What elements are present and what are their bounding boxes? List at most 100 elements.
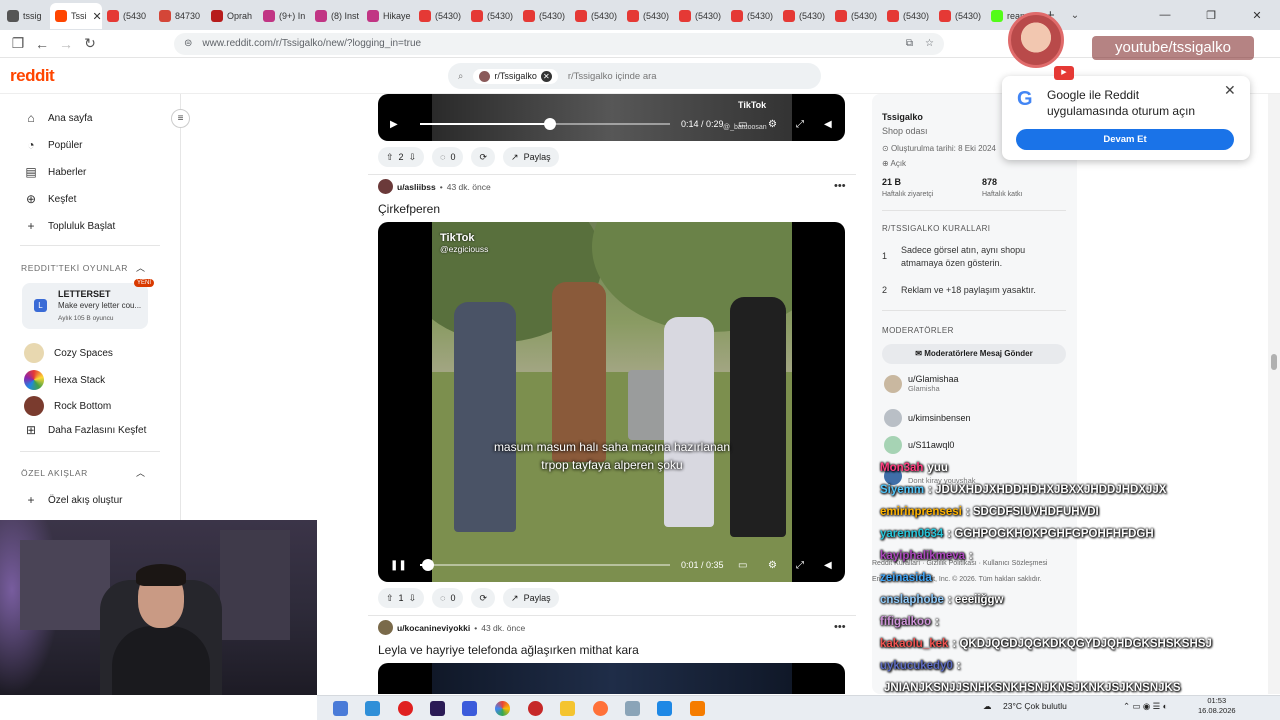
play-icon[interactable]: ▶ [390, 119, 398, 130]
sidebar-item-home[interactable]: ⌂ Ana sayfa [24, 111, 92, 125]
upvote-icon[interactable]: ⇧ [386, 152, 394, 163]
sidebar-item-news[interactable]: ▤ Haberler [24, 165, 86, 179]
system-tray-icons[interactable]: ⌃ ▭ ◉ ☰ ◐ [1123, 701, 1168, 712]
captions-icon[interactable]: ▭ [738, 560, 747, 571]
forward-button[interactable]: → [54, 36, 78, 52]
browser-tab[interactable]: (5430) [518, 3, 570, 29]
sidebar-item-start-community[interactable]: + Topluluk Başlat [24, 219, 115, 233]
custom-feeds-header[interactable]: ÖZEL AKIŞLAR [21, 468, 88, 478]
video-progress-bar[interactable] [420, 118, 670, 130]
rule-item[interactable]: 2 Reklam ve +18 paylaşım yasaktır. [882, 284, 1062, 297]
share-button[interactable]: ↗ Paylaş [503, 588, 559, 608]
post-author[interactable]: u/asliibss [397, 182, 436, 192]
post-video-player[interactable]: TikTok @_batuoosan ▶ 0:14 / 0:29 ▭ ⚙ ⤢ ◀ [378, 94, 845, 141]
mail-app-icon[interactable] [365, 701, 380, 716]
message-mods-button[interactable]: ✉ Moderatörlere Mesaj Gönder [882, 344, 1066, 364]
downvote-icon[interactable]: ⇩ [409, 593, 417, 604]
maximize-button[interactable]: ❐ [1188, 9, 1234, 22]
install-app-icon[interactable]: ⧉ [906, 38, 913, 49]
chevron-up-icon[interactable]: ︿ [136, 466, 145, 479]
browser-tab[interactable]: (5430) [414, 3, 466, 29]
weather-icon[interactable]: ☁ [983, 701, 992, 712]
weather-widget[interactable]: 23°C Çok bulutlu [1003, 701, 1067, 711]
upvote-icon[interactable]: ⇧ [386, 593, 394, 604]
taskbar-clock[interactable]: 01:53 16.08.2026 [1198, 696, 1236, 716]
collapse-sidebar-button[interactable]: ≡ [171, 109, 190, 128]
volume-icon[interactable]: ◀ [824, 560, 832, 571]
games-section-header[interactable]: REDDIT'TEKİ OYUNLAR [21, 263, 128, 273]
chrome-icon[interactable] [495, 701, 510, 716]
premiere-icon[interactable] [430, 701, 445, 716]
sidebar-item-popular[interactable]: ◔ Popüler [24, 138, 82, 152]
search-community-chip[interactable]: r/Tssigalko ✕ [473, 68, 558, 84]
browser-tab[interactable]: tssig [2, 3, 50, 29]
site-info-icon[interactable]: ⊜ [184, 38, 192, 49]
browser-tab[interactable]: (5430) [622, 3, 674, 29]
community-name[interactable]: Tssigalko [882, 112, 923, 122]
close-window-button[interactable]: ✕ [1234, 9, 1280, 22]
browser-tab[interactable]: Tssi ✕ [50, 3, 102, 29]
reload-button[interactable]: ↻ [78, 35, 102, 52]
settings-gear-icon[interactable]: ⚙ [768, 560, 777, 571]
start-icon[interactable] [333, 701, 348, 716]
scrollbar-thumb[interactable] [1271, 354, 1277, 370]
minimize-button[interactable]: — [1142, 9, 1188, 21]
close-icon[interactable]: ✕ [1224, 82, 1236, 99]
downvote-icon[interactable]: ⇩ [409, 152, 417, 163]
pause-icon[interactable]: ❚❚ [390, 560, 407, 571]
post-title[interactable]: Çirkefperen [378, 202, 440, 216]
browser-tab[interactable]: (5430 [102, 3, 154, 29]
create-custom-feed[interactable]: + Özel akış oluştur [24, 493, 122, 507]
sidebar-game-hexa-stack[interactable]: Hexa Stack [24, 370, 105, 390]
browser-tab[interactable]: (8) Inst [310, 3, 362, 29]
video-scrubber-handle[interactable] [421, 559, 434, 571]
fullscreen-icon[interactable]: ⤢ [796, 560, 804, 571]
file-explorer-icon[interactable] [560, 701, 575, 716]
search-input[interactable]: ⌕ r/Tssigalko ✕ r/Tssigalko içinde ara [448, 63, 821, 89]
opera-icon[interactable] [398, 701, 413, 716]
app-icon[interactable] [625, 701, 640, 716]
user-avatar[interactable] [378, 620, 393, 635]
volume-icon[interactable]: ◀ [824, 119, 832, 130]
browser-tab[interactable]: (5430) [466, 3, 518, 29]
browser-tab[interactable]: Hikaye [362, 3, 414, 29]
chevron-up-icon[interactable]: ︿ [136, 261, 145, 274]
tab-search-dropdown-icon[interactable]: ⌄ [1063, 10, 1087, 21]
browser-tab[interactable]: (9+) In [258, 3, 310, 29]
close-tab-icon[interactable]: ✕ [93, 10, 102, 23]
comments-button[interactable]: ◌ 0 [432, 147, 464, 167]
continue-button[interactable]: Devam Et [1016, 129, 1234, 150]
moderator-item[interactable]: u/S11awql0 [884, 436, 954, 454]
video-progress-bar[interactable] [420, 559, 670, 571]
browser-tab[interactable]: (5430) [934, 3, 986, 29]
browser-tab[interactable]: (5430) [830, 3, 882, 29]
browser-tab[interactable]: (5430) [674, 3, 726, 29]
browser-tab[interactable]: 84730 [154, 3, 206, 29]
user-avatar[interactable] [378, 179, 393, 194]
sidebar-game-rock-bottom[interactable]: Rock Bottom [24, 396, 111, 416]
app-icon[interactable] [657, 701, 672, 716]
crosspost-button[interactable]: ⟳ [471, 588, 496, 608]
featured-game-card[interactable]: L LETTERSET Make every letter cou... Ayl… [22, 279, 155, 329]
reddit-logo[interactable]: reddit [10, 66, 55, 86]
post-video-player[interactable] [378, 663, 845, 694]
browser-tab[interactable]: (5430) [726, 3, 778, 29]
crosspost-button[interactable]: ⟳ [471, 147, 496, 167]
back-button[interactable]: ← [30, 36, 54, 52]
more-options-icon[interactable]: ••• [834, 180, 846, 192]
moderator-item[interactable]: u/Glamishaa Glamisha [884, 374, 959, 393]
sidebar-toggle-icon[interactable]: ❐ [6, 35, 30, 52]
comments-button[interactable]: ◌ 0 [432, 588, 464, 608]
moderator-item[interactable]: u/kimsinbensen [884, 409, 971, 427]
app-icon[interactable] [462, 701, 477, 716]
settings-gear-icon[interactable]: ⚙ [768, 119, 777, 130]
address-bar[interactable]: ⊜ www.reddit.com/r/Tssigalko/new/?loggin… [174, 32, 944, 55]
post-title[interactable]: Leyla ve hayriye telefonda ağlaşırken mi… [378, 643, 639, 657]
sidebar-item-explore[interactable]: ⊕ Keşfet [24, 192, 76, 206]
rule-item[interactable]: 1 Sadece görsel atın, aynı shopu atmamaya… [882, 244, 1062, 270]
more-options-icon[interactable]: ••• [834, 621, 846, 633]
sidebar-game-cozy-spaces[interactable]: Cozy Spaces [24, 343, 113, 363]
post-video-player[interactable]: TikTok @ezgiciouss masum masum halı saha … [378, 222, 845, 582]
vlc-icon[interactable] [690, 701, 705, 716]
browser-tab[interactable]: (5430) [882, 3, 934, 29]
